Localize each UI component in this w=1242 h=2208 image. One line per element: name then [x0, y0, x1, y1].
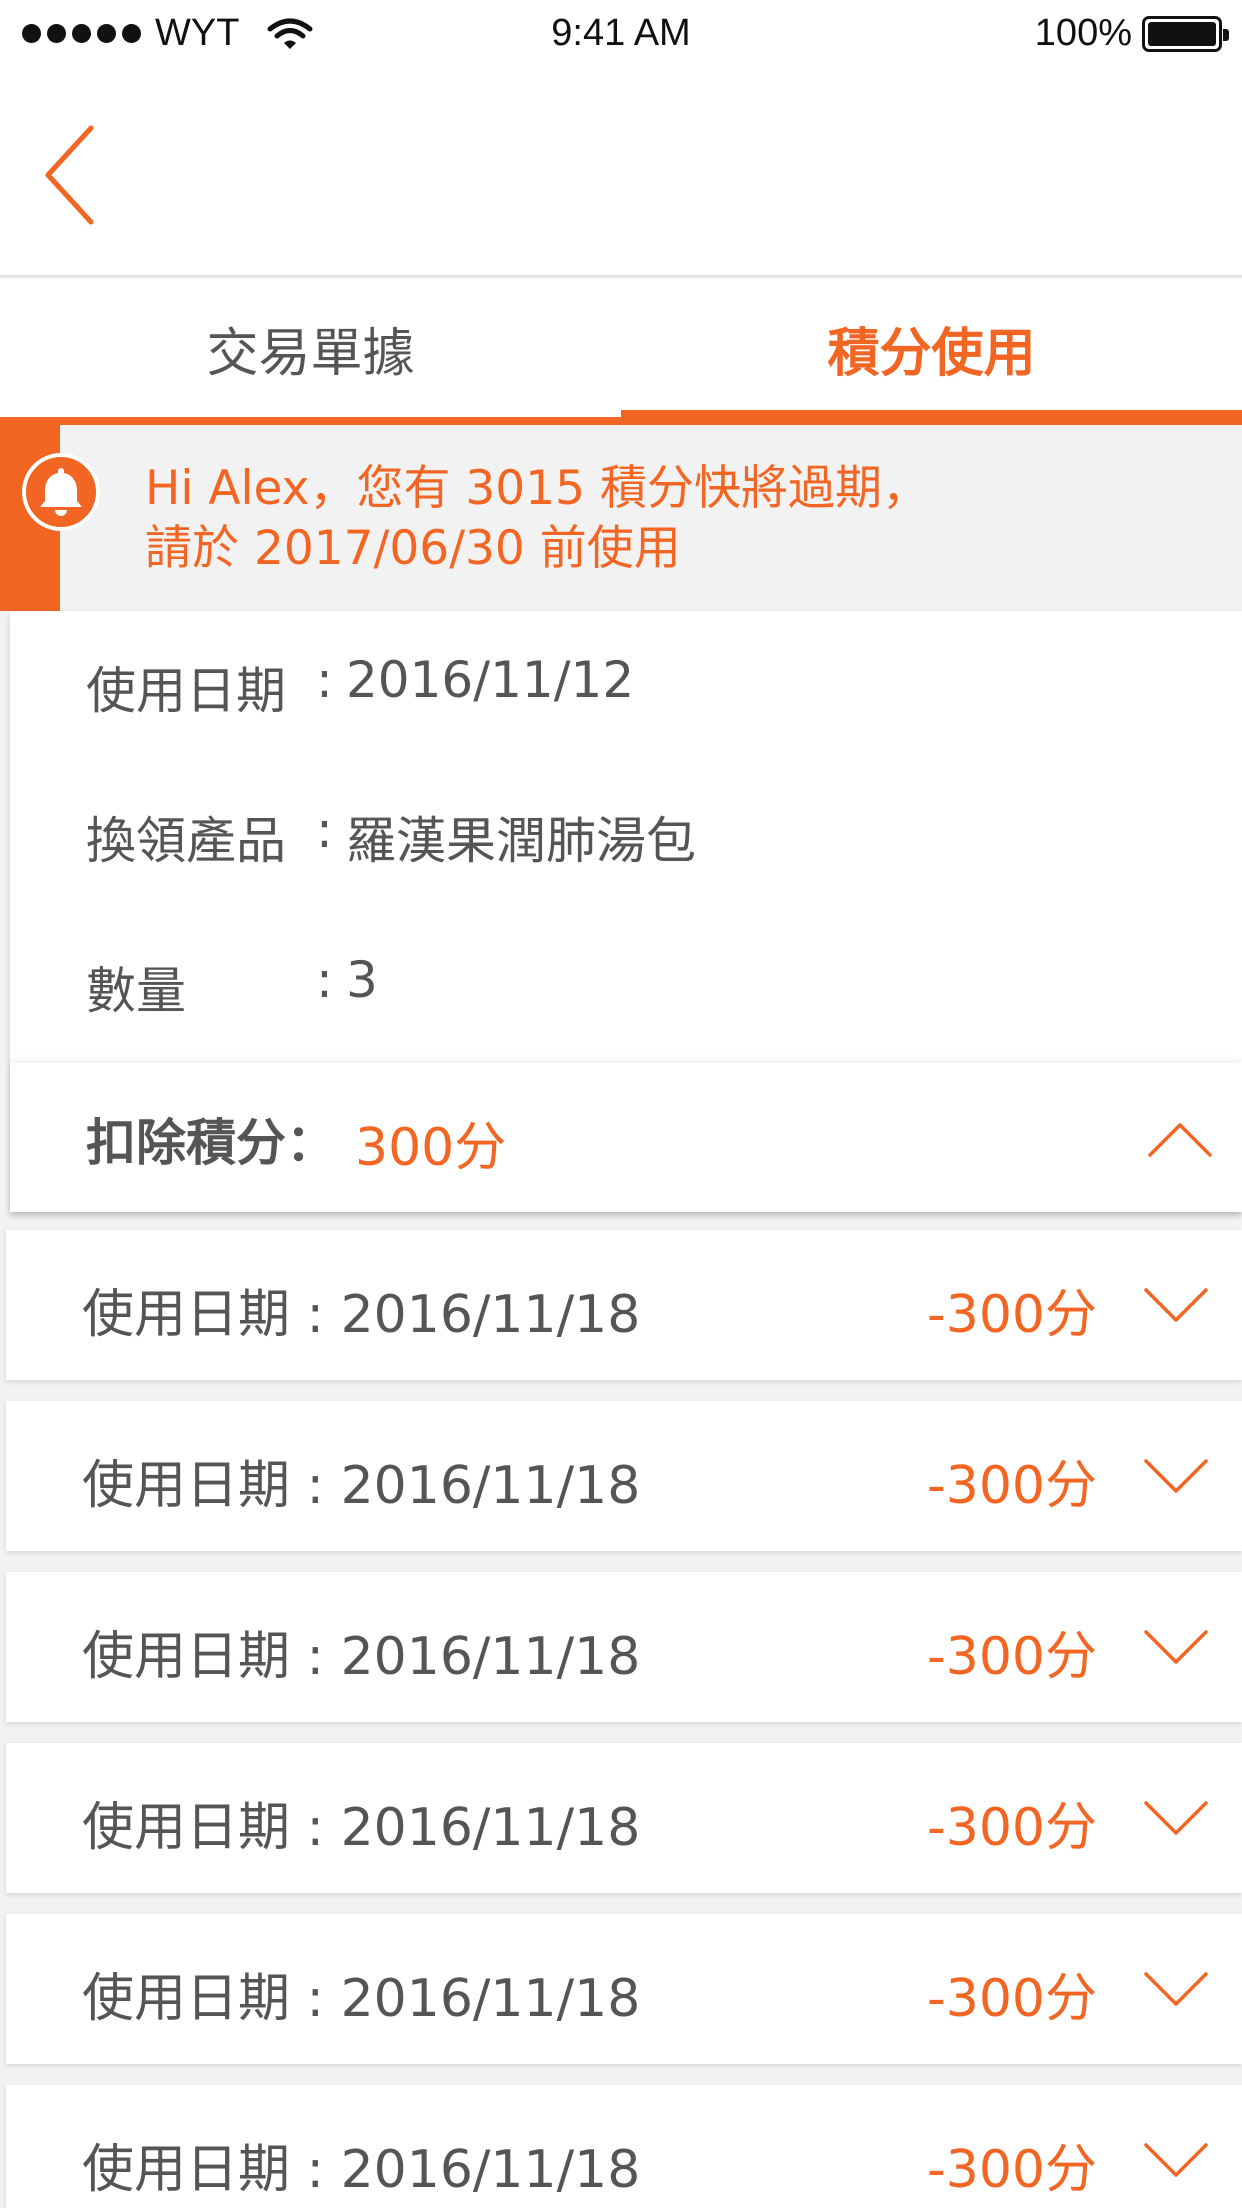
- record-points: -300分: [926, 1969, 1097, 2029]
- record-date: 使用日期 : 2016/11/18: [82, 1798, 641, 1858]
- status-bar: WYT 9:41 AM 100%: [0, 0, 1242, 72]
- chevron-down-icon[interactable]: [1141, 1956, 1211, 2026]
- detail-colon: :: [316, 651, 333, 709]
- record-item[interactable]: 使用日期 : 2016/11/18 -300分: [6, 2085, 1242, 2208]
- tab-transactions[interactable]: 交易單據: [0, 279, 621, 425]
- record-date: 使用日期 : 2016/11/18: [82, 1969, 641, 2029]
- record-item[interactable]: 使用日期 : 2016/11/18 -300分: [6, 1572, 1242, 1722]
- record-item[interactable]: 使用日期 : 2016/11/18 -300分: [6, 1743, 1242, 1893]
- deduct-points-value: 300分: [355, 1118, 507, 1178]
- record-item[interactable]: 使用日期 : 2016/11/18 -300分: [6, 1401, 1242, 1551]
- bell-icon: [22, 453, 100, 531]
- alert-message: Hi Alex，您有 3015 積分快將過期， 請於 2017/06/30 前使…: [145, 459, 929, 579]
- record-points: -300分: [926, 1798, 1097, 1858]
- detail-date-row: 使用日期 : 2016/11/12: [86, 651, 634, 723]
- chevron-down-icon[interactable]: [1141, 1443, 1211, 1513]
- points-expiry-alert: Hi Alex，您有 3015 積分快將過期， 請於 2017/06/30 前使…: [0, 425, 1242, 611]
- record-points: -300分: [926, 1627, 1097, 1687]
- detail-colon: :: [316, 951, 333, 1009]
- deduct-points-label: 扣除積分：: [86, 1114, 336, 1172]
- expanded-record-card: 使用日期 : 2016/11/12 換領產品 : 羅漢果潤肺湯包 數量 : 3 …: [10, 611, 1242, 1212]
- detail-colon: :: [316, 801, 333, 859]
- battery-icon: [1142, 15, 1229, 52]
- detail-quantity-row: 數量 : 3: [86, 951, 378, 1023]
- chevron-up-icon[interactable]: [1145, 1103, 1215, 1173]
- chevron-down-icon[interactable]: [1141, 2127, 1211, 2197]
- detail-product-row: 換領產品 : 羅漢果潤肺湯包: [86, 801, 696, 873]
- tab-points-usage[interactable]: 積分使用: [621, 279, 1242, 425]
- status-right: 100%: [1034, 12, 1229, 55]
- record-points: -300分: [926, 1456, 1097, 1516]
- detail-date-label: 使用日期: [86, 662, 286, 720]
- alert-line-2: 請於 2017/06/30 前使用: [145, 521, 681, 576]
- tab-bar: 交易單據 積分使用: [0, 279, 1242, 425]
- detail-date-value: 2016/11/12: [346, 651, 635, 709]
- record-item[interactable]: 使用日期 : 2016/11/18 -300分: [6, 1230, 1242, 1380]
- record-date: 使用日期 : 2016/11/18: [82, 1627, 641, 1687]
- active-tab-indicator: [621, 410, 1242, 425]
- record-date: 使用日期 : 2016/11/18: [82, 1285, 641, 1345]
- record-points: -300分: [926, 1285, 1097, 1345]
- detail-quantity-value: 3: [346, 951, 378, 1009]
- detail-quantity-label: 數量: [86, 962, 186, 1020]
- chevron-down-icon[interactable]: [1141, 1785, 1211, 1855]
- deduct-points-bar[interactable]: 扣除積分： 300分: [10, 1063, 1242, 1212]
- record-date: 使用日期 : 2016/11/18: [82, 1456, 641, 1516]
- record-date: 使用日期 : 2016/11/18: [82, 2140, 641, 2200]
- record-points: -300分: [926, 2140, 1097, 2200]
- alert-line-1: Hi Alex，您有 3015 積分快將過期，: [145, 461, 929, 516]
- chevron-down-icon[interactable]: [1141, 1272, 1211, 1342]
- battery-percent: 100%: [1034, 12, 1132, 54]
- record-item[interactable]: 使用日期 : 2016/11/18 -300分: [6, 1914, 1242, 2064]
- chevron-down-icon[interactable]: [1141, 1614, 1211, 1684]
- detail-product-value: 羅漢果潤肺湯包: [346, 812, 696, 870]
- detail-product-label: 換領產品: [86, 812, 286, 870]
- back-chevron-icon[interactable]: [36, 120, 106, 230]
- nav-bar: [0, 72, 1242, 277]
